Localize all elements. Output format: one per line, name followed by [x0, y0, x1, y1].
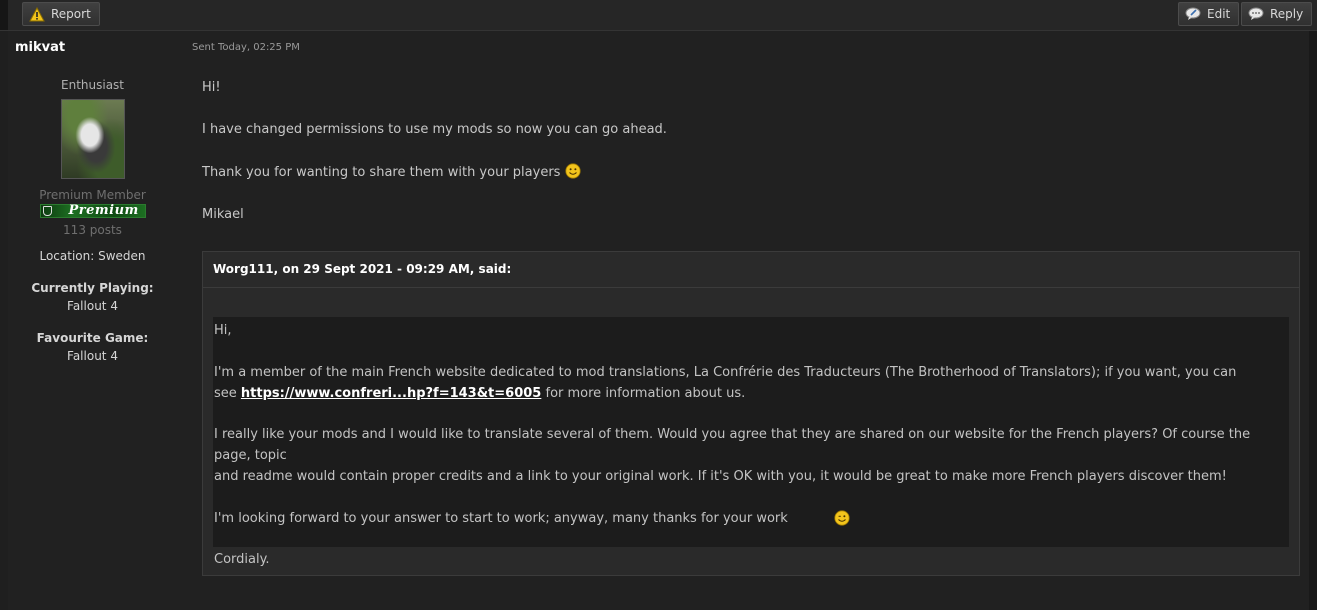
post-paragraph: I have changed permissions to use my mod… — [202, 121, 667, 137]
quote-paragraph-line: and readme would contain proper credits … — [214, 469, 1227, 484]
shield-icon — [42, 206, 52, 216]
favourite-game-value: Fallout 4 — [67, 349, 118, 363]
quote-paragraph-line: I'm a member of the main French website … — [214, 364, 1237, 380]
post-paragraph-text: Thank you for wanting to share them with… — [202, 165, 561, 180]
post-edge — [1309, 31, 1317, 610]
currently-playing-label: Currently Playing: — [31, 281, 154, 295]
toolbar-edge — [0, 0, 8, 30]
post-author[interactable]: mikvat — [15, 40, 65, 55]
quote-paragraph-line: see — [214, 385, 237, 401]
reply-bubble-icon — [1248, 7, 1264, 20]
quote-paragraph: Cordialy. — [214, 552, 270, 567]
quote-paragraph-line: I'm looking forward to your answer to st… — [214, 510, 788, 526]
post-body: Hi! I have changed permissions to use my… — [202, 80, 1292, 248]
post-signature: Mikael — [202, 206, 244, 222]
quote-paragraph-line: for more information about us. — [545, 385, 746, 401]
post-paragraph: Thank you for wanting to share them with… — [202, 163, 1292, 181]
wink-emoticon-icon — [834, 509, 850, 526]
reply-label: Reply — [1270, 7, 1304, 21]
warning-icon — [29, 6, 45, 21]
quote-paragraph: Hi, — [214, 323, 232, 338]
author-group: Premium Member — [39, 188, 146, 202]
favourite-game-label: Favourite Game: — [36, 331, 149, 345]
post-paragraph: Hi! — [202, 80, 221, 95]
author-rank: Enthusiast — [61, 78, 124, 92]
quote-paragraph: I really like your mods and I would like… — [214, 424, 1290, 487]
quote-citation[interactable]: Worg111, on 29 Sept 2021 - 09:29 AM, sai… — [213, 262, 511, 276]
reply-button[interactable]: Reply — [1241, 2, 1313, 26]
quote-link[interactable]: https://www.confreri...hp?f=143&t=6005 — [241, 386, 541, 401]
quote-text: Hi, I'm a member of the main French webs… — [214, 320, 1290, 591]
premium-badge-text: Premium — [68, 203, 139, 218]
author-post-count: 113 posts — [63, 223, 122, 237]
edit-button[interactable]: Edit — [1178, 2, 1240, 26]
quote-paragraph: I'm looking forward to your answer to st… — [214, 508, 1290, 529]
author-location: Location: Sweden — [39, 249, 146, 263]
edit-bubble-icon — [1185, 7, 1201, 20]
quote-block: Worg111, on 29 Sept 2021 - 09:29 AM, sai… — [202, 251, 1300, 576]
quote-paragraph-line: I really like your mods and I would like… — [214, 427, 1251, 463]
quote-body: Hi, I'm a member of the main French webs… — [213, 317, 1289, 567]
report-button[interactable]: Report — [22, 2, 100, 26]
quote-paragraph: I'm a member of the main French website … — [214, 362, 1290, 404]
post-timestamp: Sent Today, 02:25 PM — [192, 42, 300, 53]
edit-label: Edit — [1207, 7, 1231, 21]
report-label: Report — [51, 7, 91, 21]
smile-emoticon-icon — [565, 163, 582, 179]
author-info: Enthusiast Premium Member Premium 113 po… — [10, 78, 175, 363]
premium-badge: Premium — [39, 203, 146, 218]
post-toolbar: Report Edit Reply — [0, 0, 1317, 31]
quote-header: Worg111, on 29 Sept 2021 - 09:29 AM, sai… — [203, 252, 1299, 288]
currently-playing-value: Fallout 4 — [67, 299, 118, 313]
avatar[interactable] — [60, 99, 125, 179]
